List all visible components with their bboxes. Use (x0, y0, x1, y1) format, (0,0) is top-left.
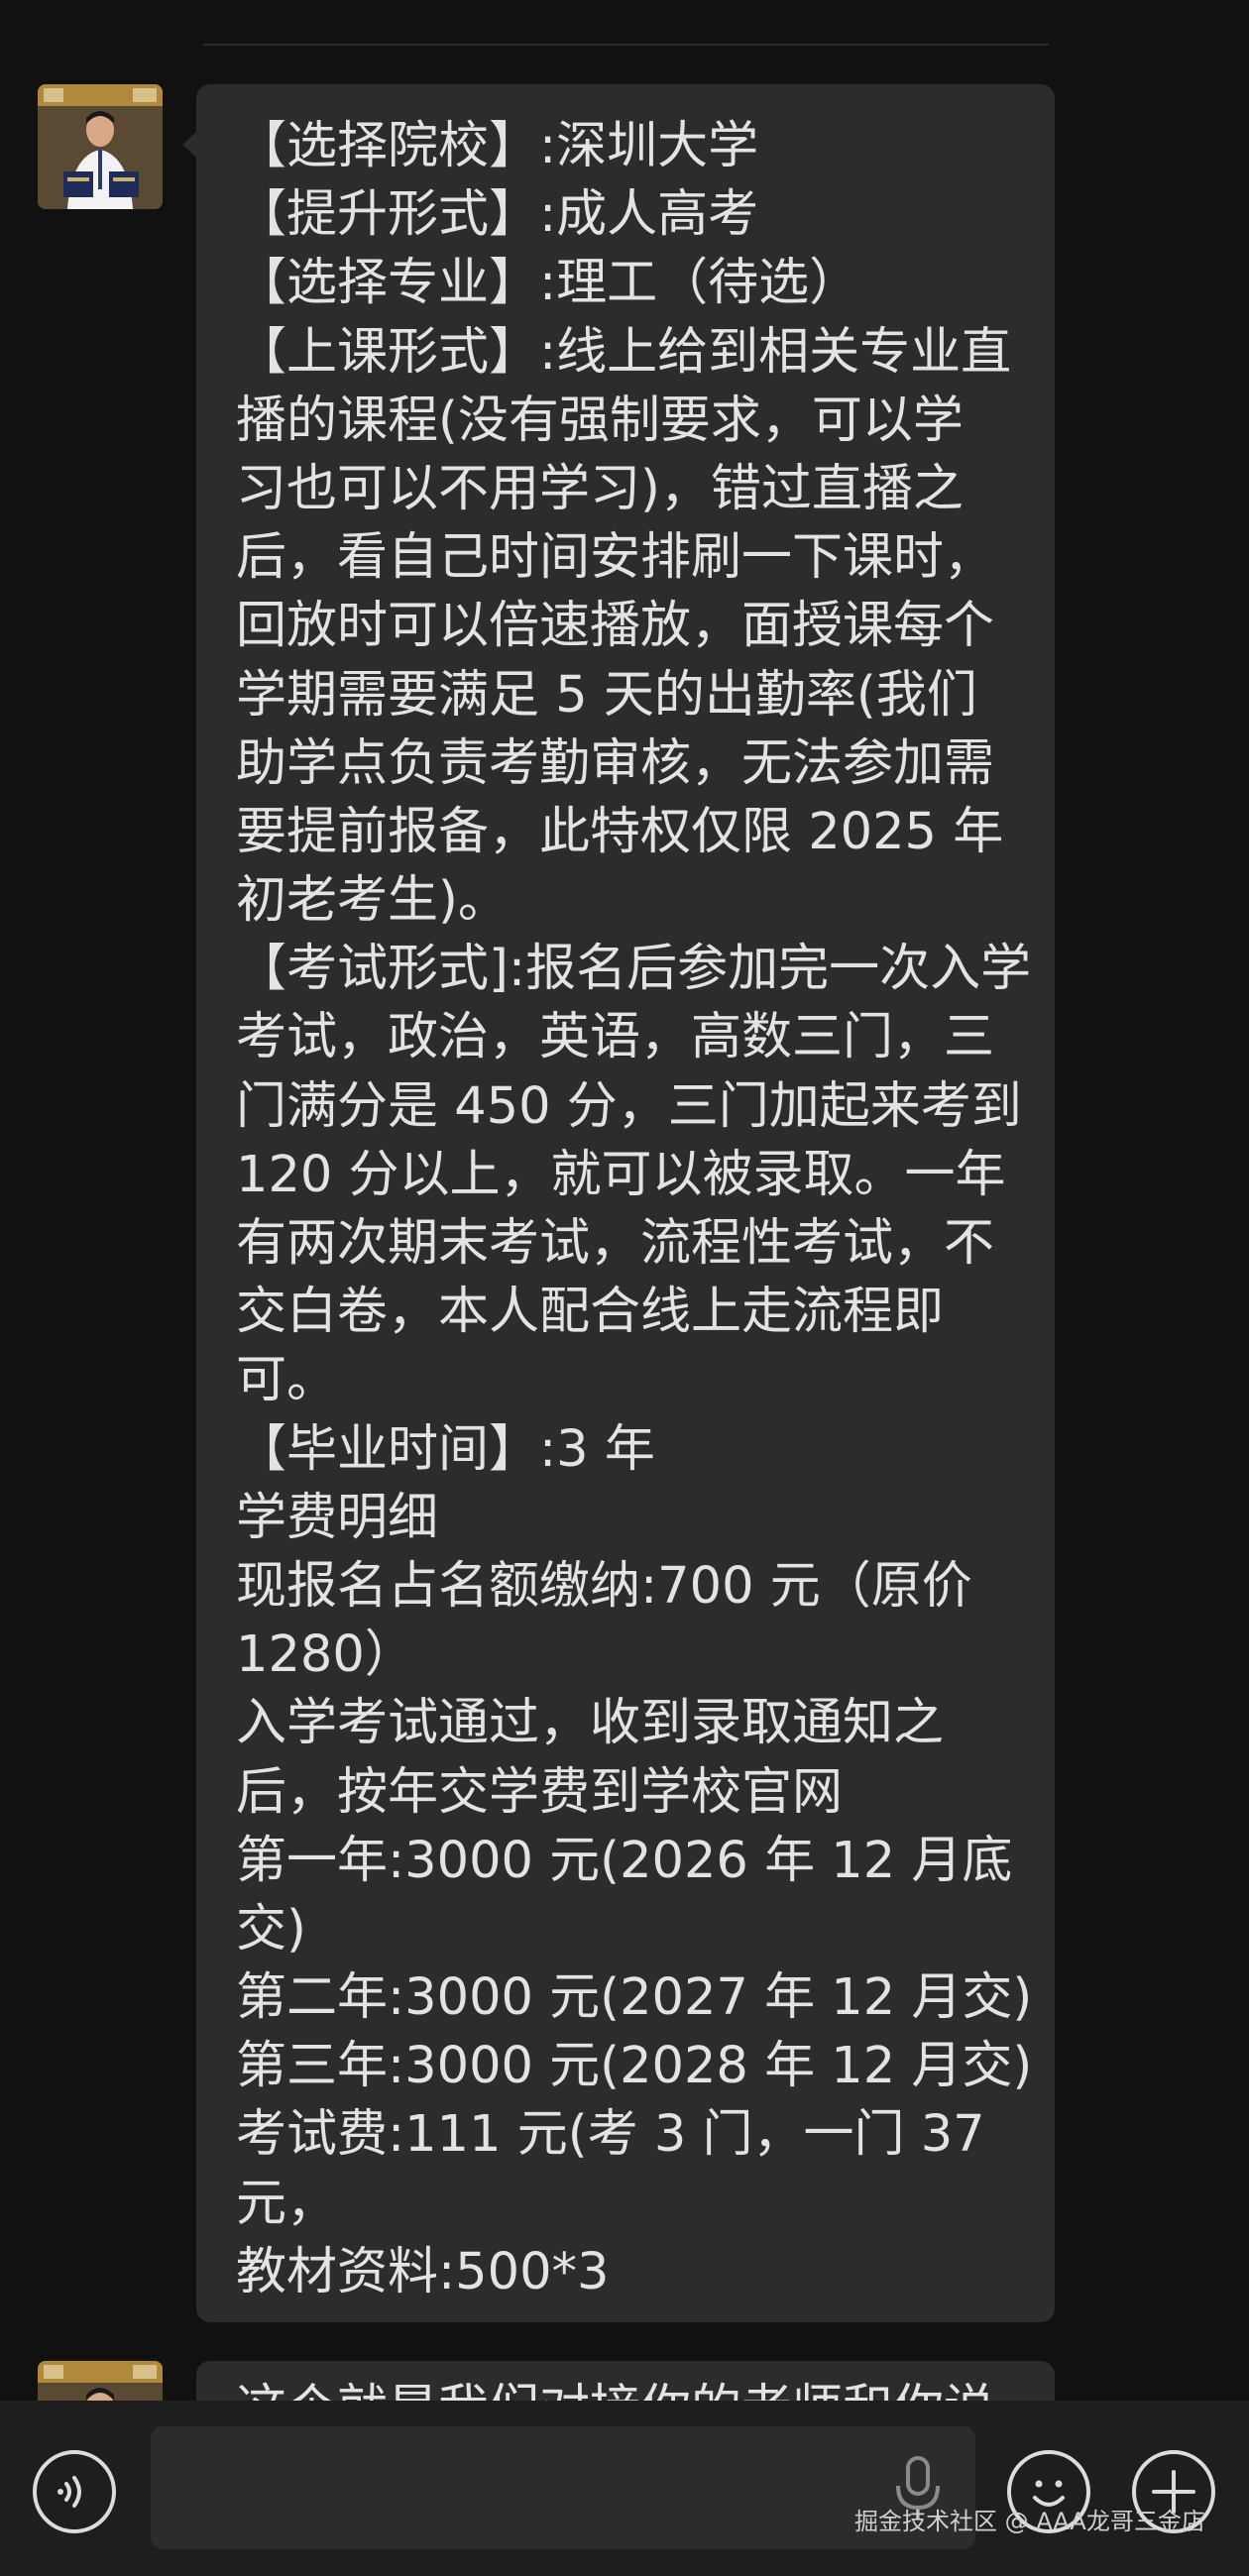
message-line: 学费明细 (236, 1488, 439, 1547)
message-line: 元， (236, 2174, 338, 2233)
message-line: 教材资料:500*3 (236, 2242, 610, 2301)
message-line: 【选择专业】:理工（待选） (236, 254, 860, 313)
contact-avatar[interactable] (38, 84, 163, 209)
message-input[interactable] (151, 2426, 975, 2549)
chat-input-bar: 掘金技术社区 @ AAA龙哥三金店 (0, 2401, 1249, 2576)
message-line: 【选择院校】:深圳大学 (236, 117, 759, 175)
message-line: 播的课程(没有强制要求，可以学 (236, 391, 964, 450)
partial-text: 这个就是我们对接你的老师和你说 (236, 2375, 1009, 2401)
message-line: 交) (236, 1899, 306, 1959)
message-line: 【毕业时间】:3 年 (236, 1419, 655, 1479)
voice-toggle-icon (57, 2476, 81, 2508)
message-line: 助学点负责考勤审核，无法参加需 (236, 733, 995, 793)
message-line: 120 分以上，就可以被录取。一年 (236, 1145, 1006, 1204)
message-line: 1280） (236, 1625, 415, 1685)
message-line: 现报名占名额缴纳:700 元（原价 (236, 1556, 972, 1616)
message-line: 交白卷，本人配合线上走流程即 (236, 1283, 945, 1342)
message-bubble-partial[interactable]: 这个就是我们对接你的老师和你说 (196, 2361, 1055, 2401)
message-text: 【选择院校】:深圳大学 【提升形式】:成人高考【选择专业】:理工（待选） 【上课形式… (236, 112, 1033, 2306)
message-line: 考试费:111 元(考 3 门，一门 37 (236, 2105, 985, 2165)
contact-avatar[interactable] (38, 2361, 163, 2401)
message-line: 考试，政治，英语，高数三门，三 (236, 1008, 995, 1067)
message-line: 后，按年交学费到学校官网 (236, 1762, 844, 1822)
voice-toggle-button[interactable] (33, 2450, 116, 2533)
message-line: 要提前报备，此特权仅限 2025 年 (236, 802, 1004, 861)
message-line: 【考试形式]:报名后参加完一次入学 (236, 940, 1032, 999)
message-line: 有两次期末考试，流程性考试，不 (236, 1214, 995, 1273)
watermark: 掘金技术社区 @ AAA龙哥三金店 (854, 2508, 1205, 2535)
message-line: 入学考试通过，收到录取通知之 (236, 1694, 945, 1753)
message-line: 第三年:3000 元(2028 年 12 月交) (236, 2037, 1033, 2096)
message-text-partial: 这个就是我们对接你的老师和你说 (236, 2375, 1009, 2401)
message-line: 初老考生)。 (236, 871, 509, 931)
message-line: 习也可以不用学习)，错过直播之 (236, 459, 964, 518)
message-line: 【上课形式】:线上给到相关专业直 (236, 322, 1012, 382)
message-line: 可。 (236, 1351, 338, 1410)
message-line: 学期需要满足 5 天的出勤率(我们 (236, 665, 977, 725)
message-line: 第一年:3000 元(2026 年 12 月底 (236, 1831, 1013, 1890)
message-line: 第二年:3000 元(2027 年 12 月交) (236, 1968, 1033, 2028)
contact-avatar-photo-icon (38, 2361, 163, 2401)
message-line: 回放时可以倍速播放，面授课每个 (236, 597, 995, 656)
contact-avatar-photo-icon (38, 84, 163, 209)
top-divider (203, 44, 1049, 46)
message-line: 【提升形式】:成人高考 (236, 185, 759, 245)
message-line: 门满分是 450 分，三门加起来考到 (236, 1076, 1022, 1136)
message-bubble[interactable]: 【选择院校】:深圳大学 【提升形式】:成人高考【选择专业】:理工（待选） 【上课形式… (182, 84, 1055, 2322)
message-line: 后，看自己时间安排刷一下课时， (236, 528, 995, 588)
